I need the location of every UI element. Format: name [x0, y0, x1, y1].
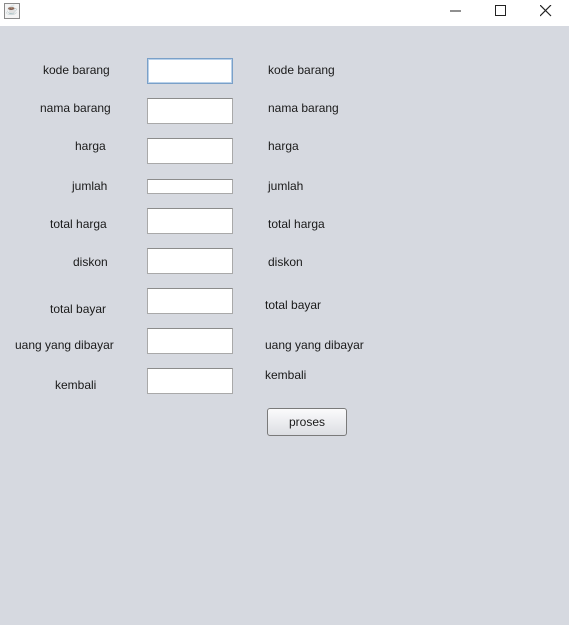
nama-barang-field[interactable] [147, 98, 233, 124]
harga-field[interactable] [147, 138, 233, 164]
output-uang-dibayar: uang yang dibayar [265, 338, 364, 352]
maximize-icon [495, 5, 506, 16]
output-kode-barang: kode barang [268, 63, 335, 77]
output-harga: harga [268, 139, 299, 153]
label-harga: harga [75, 139, 106, 153]
diskon-input[interactable] [148, 249, 232, 273]
kode-barang-field[interactable] [147, 58, 233, 84]
label-uang-dibayar: uang yang dibayar [15, 338, 114, 352]
diskon-field[interactable] [147, 248, 233, 274]
total-harga-field[interactable] [147, 208, 233, 234]
total-bayar-input[interactable] [148, 289, 232, 313]
harga-input[interactable] [148, 139, 232, 163]
nama-barang-input[interactable] [148, 99, 232, 123]
kode-barang-input[interactable] [148, 59, 232, 83]
java-cup-icon: ☕ [4, 3, 20, 19]
kembali-input[interactable] [148, 369, 232, 393]
kembali-field[interactable] [147, 368, 233, 394]
label-diskon: diskon [73, 255, 108, 269]
uang-dibayar-field[interactable] [147, 328, 233, 354]
output-total-harga: total harga [268, 217, 325, 231]
output-kembali: kembali [265, 368, 307, 382]
label-jumlah: jumlah [72, 179, 108, 193]
title-bar: ☕ [0, 0, 569, 26]
total-bayar-field[interactable] [147, 288, 233, 314]
minimize-icon [450, 10, 461, 12]
total-harga-input[interactable] [148, 209, 232, 233]
minimize-button[interactable] [434, 0, 478, 22]
label-kode-barang: kode barang [43, 63, 110, 77]
output-nama-barang: nama barang [268, 101, 339, 115]
jumlah-input[interactable] [148, 182, 232, 196]
close-icon [540, 5, 552, 17]
form-panel: kode barang nama barang harga jumlah tot… [0, 26, 569, 625]
label-total-harga: total harga [50, 217, 107, 231]
output-jumlah: jumlah [268, 179, 304, 193]
label-nama-barang: nama barang [40, 101, 111, 115]
label-kembali: kembali [55, 378, 97, 392]
output-total-bayar: total bayar [265, 298, 322, 312]
uang-dibayar-input[interactable] [148, 329, 232, 353]
proses-button[interactable]: proses [267, 408, 347, 436]
maximize-button[interactable] [479, 0, 523, 22]
output-diskon: diskon [268, 255, 303, 269]
app-window: ☕ kode barang nama barang harga jumlah t… [0, 0, 569, 625]
jumlah-field[interactable] [147, 179, 233, 196]
label-total-bayar: total bayar [50, 302, 107, 316]
close-button[interactable] [524, 0, 568, 22]
